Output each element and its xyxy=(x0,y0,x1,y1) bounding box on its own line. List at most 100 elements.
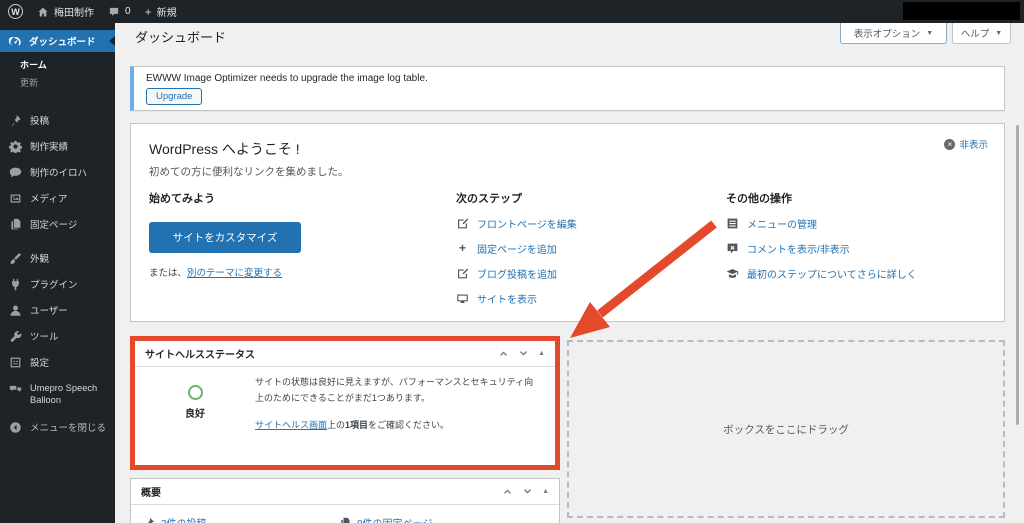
site-health-screen-link[interactable]: サイトヘルス画面 xyxy=(255,420,327,430)
brush-icon xyxy=(10,252,22,264)
comment-toggle-icon xyxy=(727,243,738,254)
pages-count-item[interactable]: 8件の固定ページ xyxy=(339,515,432,523)
link-label: コメントを表示/非表示 xyxy=(747,245,850,256)
posts-count-item[interactable]: 3件の投稿 xyxy=(143,515,339,523)
change-theme-prefix: または、 xyxy=(149,268,188,279)
site-health-body: 良好 サイトの状態は良好に見えますが、パフォーマンスとセキュリティ向上のためにで… xyxy=(135,367,555,433)
sidebar-item-label: 設定 xyxy=(30,358,50,369)
site-health-widget: サイトヘルスステータス ▲ 良好 サイトの状態は良好に見えますが、パフォーマンス… xyxy=(130,336,560,470)
column-heading: 始めてみよう xyxy=(149,193,215,205)
toggle-panel-icon[interactable]: ▲ xyxy=(538,350,545,357)
sidebar-item-label: ツール xyxy=(30,332,59,343)
welcome-column-more-actions: その他の操作 メニューの管理 コメントを表示/非表示 最初のステップについてさら… xyxy=(726,190,991,291)
change-theme-link[interactable]: 別のテーマに変更する xyxy=(187,268,282,279)
gear-icon xyxy=(9,140,22,153)
dashboard-submenu: ホーム 更新 xyxy=(0,52,115,97)
customize-site-button[interactable]: サイトをカスタマイズ xyxy=(149,222,301,253)
collapse-menu-button[interactable]: メニューを閉じる xyxy=(0,410,115,440)
view-site-item[interactable]: サイトを表示 xyxy=(456,291,716,306)
item-count-bold: 1項目 xyxy=(345,419,369,430)
column-heading: その他の操作 xyxy=(726,193,792,205)
site-health-text: サイトの状態は良好に見えますが、パフォーマンスとセキュリティ向上のためにできるこ… xyxy=(255,375,543,433)
link-label: 固定ページを追加 xyxy=(477,245,557,256)
admin-bar: W 梅田制作 0 + 新規 xyxy=(0,0,1024,23)
sidebar-item-label: 固定ページ xyxy=(30,220,78,231)
widget-title: サイトヘルスステータス xyxy=(145,350,255,361)
sidebar-item-posts[interactable]: 投稿 xyxy=(0,107,115,133)
sidebar-item-dashboard[interactable]: ダッシュボード xyxy=(0,30,115,52)
move-down-icon[interactable] xyxy=(522,486,533,497)
learn-more-item[interactable]: 最初のステップについてさらに詳しく xyxy=(726,266,991,281)
scrollbar-thumb[interactable] xyxy=(1016,125,1019,425)
menu-list-icon xyxy=(727,218,738,229)
sidebar-item-appearance[interactable]: 外観 xyxy=(0,245,115,271)
chevron-down-icon: ▼ xyxy=(926,29,934,37)
welcome-panel: WordPress へようこそ ! 初めての方に便利なリンクを集めました。 × … xyxy=(130,123,1005,322)
manage-menus-item[interactable]: メニューの管理 xyxy=(726,216,991,231)
home-icon xyxy=(38,7,48,17)
new-label: 新規 xyxy=(156,8,177,19)
move-up-icon[interactable] xyxy=(502,486,513,497)
edit-front-page-item[interactable]: フロントページを編集 xyxy=(456,216,716,231)
change-theme-line: または、別のテーマに変更する xyxy=(149,265,439,279)
sidebar-item-media[interactable]: メディア xyxy=(0,185,115,211)
speech-balloons-icon xyxy=(9,385,22,392)
link-suffix: 上の xyxy=(327,419,346,430)
widget-drop-zone[interactable]: ボックスをここにドラッグ xyxy=(567,340,1005,518)
add-page-item[interactable]: + 固定ページを追加 xyxy=(456,241,716,257)
status-label: 良好 xyxy=(185,409,205,420)
toggle-comments-item[interactable]: コメントを表示/非表示 xyxy=(726,241,991,256)
sidebar-item-iroha[interactable]: 制作のイロハ xyxy=(0,159,115,185)
move-up-icon[interactable] xyxy=(498,348,509,359)
sidebar-item-works[interactable]: 制作実績 xyxy=(0,133,115,159)
help-button[interactable]: ヘルプ ▼ xyxy=(952,22,1011,44)
dismiss-welcome-button[interactable]: × 非表示 xyxy=(944,137,988,151)
sidebar-item-tools[interactable]: ツール xyxy=(0,323,115,349)
sidebar-item-pages[interactable]: 固定ページ xyxy=(0,211,115,237)
pages-icon xyxy=(11,218,21,229)
graduation-cap-icon xyxy=(726,269,739,278)
dashboard-icon xyxy=(9,36,21,46)
move-down-icon[interactable] xyxy=(518,348,529,359)
sidebar-item-umepro-speech-balloon[interactable]: Umepro Speech Balloon xyxy=(0,375,115,410)
site-name-label: 梅田制作 xyxy=(54,8,94,19)
pushpin-icon xyxy=(148,517,154,523)
add-blog-post-item[interactable]: ブログ投稿を追加 xyxy=(456,266,716,281)
new-content-menu[interactable]: + 新規 xyxy=(145,4,177,20)
link-label: メニューの管理 xyxy=(747,220,817,231)
posts-count-link: 3件の投稿 xyxy=(161,515,207,523)
site-name-link[interactable]: 梅田制作 xyxy=(37,4,94,19)
settings-icon xyxy=(10,357,21,367)
plus-icon: + xyxy=(458,241,466,255)
link-suffix: をご確認ください。 xyxy=(368,419,450,430)
plug-icon xyxy=(11,278,20,290)
sidebar-item-plugins[interactable]: プラグイン xyxy=(0,271,115,297)
sidebar-item-updates[interactable]: 更新 xyxy=(20,76,115,89)
sidebar-item-label: 制作実績 xyxy=(30,142,69,153)
wordpress-logo-menu[interactable]: W xyxy=(8,4,23,19)
sidebar-item-label: Umepro Speech Balloon xyxy=(30,383,98,406)
sidebar-item-users[interactable]: ユーザー xyxy=(0,297,115,323)
link-label: フロントページを編集 xyxy=(477,220,577,231)
sidebar-item-label: プラグイン xyxy=(30,280,78,291)
edit-page-icon xyxy=(458,218,469,229)
at-a-glance-header: 概要 ▲ xyxy=(131,479,559,505)
upgrade-button[interactable]: Upgrade xyxy=(146,88,203,105)
redacted-account-area xyxy=(903,2,1020,20)
toggle-panel-icon[interactable]: ▲ xyxy=(542,488,549,495)
sidebar-item-settings[interactable]: 設定 xyxy=(0,349,115,375)
at-a-glance-body: 3件の投稿 8件の固定ページ xyxy=(131,505,559,523)
screen-options-button[interactable]: 表示オプション ▼ xyxy=(840,22,947,44)
pages-icon xyxy=(341,517,350,523)
user-icon xyxy=(10,304,21,316)
admin-sidebar: ダッシュボード ホーム 更新 投稿 制作実績 制作のイロハ メディア 固定ページ… xyxy=(0,23,115,523)
collapse-arrow-icon xyxy=(10,421,21,433)
monitor-icon xyxy=(457,294,468,303)
status-good-ring-icon xyxy=(187,385,203,400)
comments-shortcut[interactable]: 0 xyxy=(108,6,131,18)
pages-count-link: 8件の固定ページ xyxy=(357,515,432,523)
sidebar-group-site: 外観 プラグイン ユーザー ツール 設定 xyxy=(0,245,115,375)
sidebar-item-home[interactable]: ホーム xyxy=(20,58,115,71)
chat-bubble-icon xyxy=(9,167,22,177)
dismiss-label: 非表示 xyxy=(959,140,988,151)
